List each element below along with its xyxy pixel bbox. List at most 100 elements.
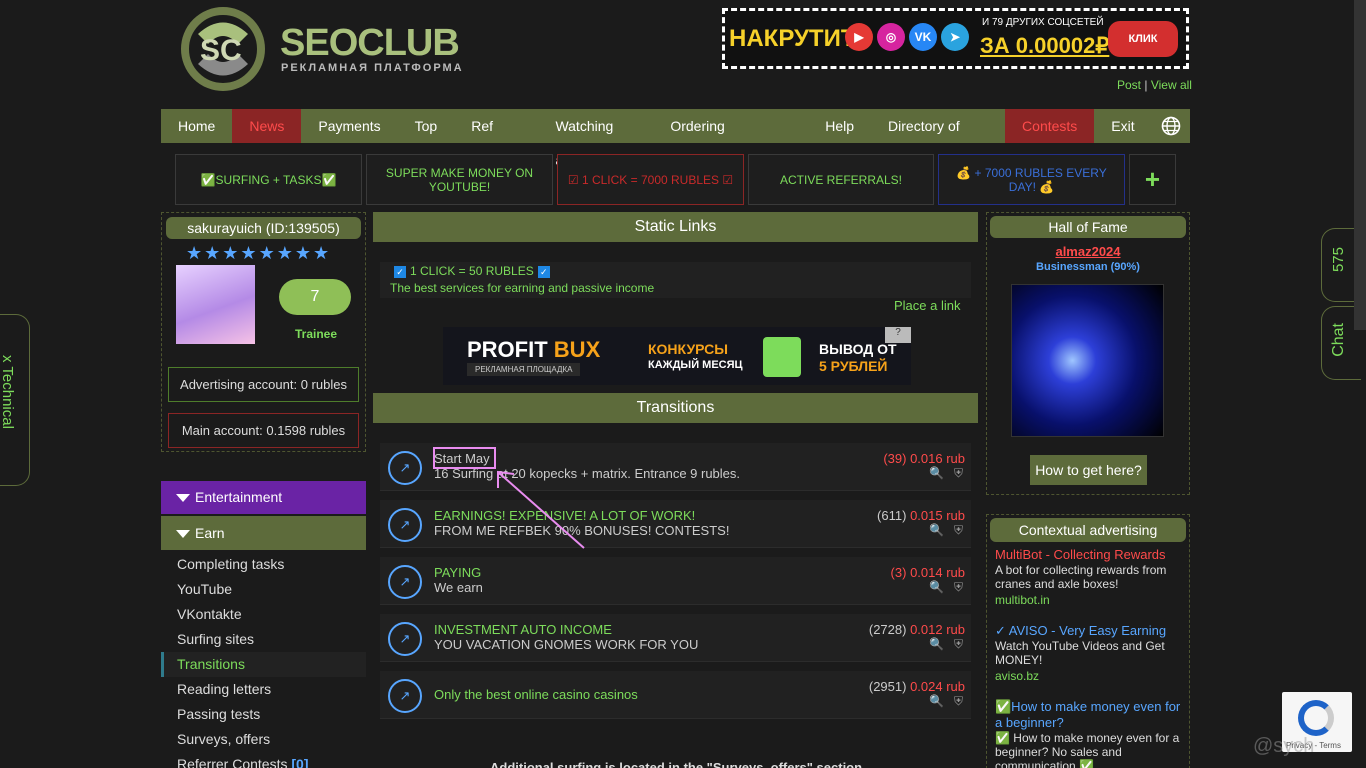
nav-exit[interactable]: Exit [1094,109,1151,143]
profitbux-banner[interactable]: PROFIT BUX РЕКЛАМНАЯ ПЛОЩАДКА КОНКУРСЫ КА… [443,327,911,385]
transition-amount: 0.024 rub [910,679,965,694]
nav-help[interactable]: Help [808,109,871,143]
menu-transitions[interactable]: Transitions [161,652,366,677]
menu-vkontakte[interactable]: VKontakte [161,602,366,627]
ad-url[interactable]: aviso.bz [995,669,1185,683]
search-icon[interactable]: 🔍 [929,466,944,481]
transition-price: (3) 0.014 rub [891,565,965,580]
top-banner-ad[interactable]: НАКРУТИТЬ ▶ ◎ VK ➤ И 79 ДРУГИХ СОЦСЕТЕЙ … [722,8,1189,69]
add-promo-button[interactable]: + [1129,154,1176,205]
transition-amount: 0.014 rub [910,565,965,580]
arrow-link-icon[interactable]: ↗ [388,508,422,542]
arrow-link-icon[interactable]: ↗ [388,679,422,713]
contextual-advertising-header: Contextual advertising [990,518,1186,542]
ad-url[interactable]: multibot.in [995,593,1185,607]
advertising-account[interactable]: Advertising account: 0 rubles [168,367,359,402]
promo-active-referrals[interactable]: ACTIVE REFERRALS! [748,154,934,205]
instagram-icon: ◎ [877,23,905,51]
arrow-link-icon[interactable]: ↗ [388,622,422,656]
menu-surfing-sites[interactable]: Surfing sites [161,627,366,652]
main-account[interactable]: Main account: 0.1598 rubles [168,413,359,448]
profitbux-contests: КОНКУРСЫ КАЖДЫЙ МЕСЯЦ [648,341,743,373]
transition-title[interactable]: PAYING [434,565,481,580]
post-link[interactable]: Post [1117,78,1141,92]
nav-ref-wall[interactable]: Ref Wall [454,109,538,168]
shield-icon[interactable]: ⛨ [954,523,963,538]
nav-watching-ads[interactable]: Watching ads [538,109,653,168]
transition-row[interactable]: ↗ EARNINGS! EXPENSIVE! A LOT OF WORK! FR… [380,500,971,548]
shield-icon[interactable]: ⛨ [954,637,963,652]
language-globe-icon[interactable] [1152,109,1190,143]
promo-one-click[interactable]: ☑ 1 CLICK = 7000 RUBLES ☑ [557,154,744,205]
menu-surveys-offers[interactable]: Surveys, offers [161,727,366,752]
nav-home[interactable]: Home [161,109,232,143]
shield-icon[interactable]: ⛨ [954,694,963,709]
nav-top[interactable]: Top [398,109,455,143]
contextual-advertising: Contextual advertising MultiBot - Collec… [986,514,1190,768]
star-icon: ★ [312,243,330,263]
promo-youtube[interactable]: SUPER MAKE MONEY ON YOUTUBE! [366,154,553,205]
ad-title[interactable]: ✓ AVISO - Very Easy Earning [995,623,1185,639]
transition-desc: We earn [434,580,483,595]
menu-referrer-contests[interactable]: Referrer Contests [0] [161,752,366,768]
username[interactable]: sakurayuich (ID:139505) [166,217,361,239]
menu-completing-tasks[interactable]: Completing tasks [161,552,366,577]
transition-amount: 0.012 rub [910,622,965,637]
nav-directory-of-sites[interactable]: Directory of sites [871,109,1005,168]
shield-icon[interactable]: ⛨ [954,580,963,595]
technical-tab[interactable]: x Technical [0,314,30,486]
context-ad[interactable]: MultiBot - Collecting Rewards A bot for … [995,547,1185,607]
static-link-title[interactable]: ✓ 1 CLICK = 50 RUBLES ✓ [390,264,554,278]
row-tools: 🔍 ⛨ [929,523,963,538]
transition-row[interactable]: ↗ PAYING We earn (3) 0.014 rub 🔍 ⛨ [380,557,971,605]
context-ad[interactable]: ✓ AVISO - Very Easy Earning Watch YouTub… [995,623,1185,683]
transition-amount: 0.015 rub [910,508,965,523]
star-icon: ★ [222,243,239,263]
search-icon[interactable]: 🔍 [929,523,944,538]
konkursy-text: КОНКУРСЫ [648,341,728,357]
nav-payments[interactable]: Payments [301,109,397,143]
nav-contests[interactable]: Contests [1005,109,1095,143]
ad-info-icon[interactable]: ? [885,327,911,343]
logo-subtitle: РЕКЛАМНАЯ ПЛАТФОРМА [281,62,464,74]
menu-entertainment[interactable]: Entertainment [161,481,366,514]
recaptcha-icon [1298,700,1334,736]
transition-price: (2728) 0.012 rub [869,622,965,637]
menu-youtube[interactable]: YouTube [161,577,366,602]
caret-down-icon [176,530,190,539]
withdraw-text: ВЫВОД ОТ [819,341,897,357]
transition-title[interactable]: Only the best online casino casinos [434,687,638,702]
rank-label[interactable]: Trainee [286,327,346,341]
nav-news[interactable]: News [232,109,302,143]
menu-passing-tests[interactable]: Passing tests [161,702,366,727]
shield-icon[interactable]: ⛨ [954,466,963,481]
promo-surfing-tasks[interactable]: ✅SURFING + TASKS✅ [175,154,362,205]
search-icon[interactable]: 🔍 [929,694,944,709]
menu-earn[interactable]: Earn [161,516,366,550]
transition-row[interactable]: ↗ Only the best online casino casinos (2… [380,671,971,719]
transition-desc: YOU VACATION GNOMES WORK FOR YOU [434,637,699,652]
ad-title[interactable]: ✅How to make money even for a beginner? [995,699,1185,731]
nav-ordering-advertising[interactable]: Ordering advertising [653,109,808,168]
arrow-link-icon[interactable]: ↗ [388,565,422,599]
ad-title[interactable]: MultiBot - Collecting Rewards [995,547,1185,563]
logo[interactable]: SC SEOCLUB РЕКЛАМНАЯ ПЛАТФОРМА [168,6,478,92]
context-ad[interactable]: ✅How to make money even for a beginner? … [995,699,1185,768]
how-to-get-here-button[interactable]: How to get here? [1030,455,1147,485]
transition-row[interactable]: ↗ INVESTMENT AUTO INCOME YOU VACATION GN… [380,614,971,662]
scrollbar[interactable] [1354,0,1366,330]
search-icon[interactable]: 🔍 [929,580,944,595]
place-link[interactable]: Place a link [894,298,960,313]
static-link-box[interactable]: ✓ 1 CLICK = 50 RUBLES ✓ The best services … [380,262,971,298]
search-icon[interactable]: 🔍 [929,637,944,652]
hall-of-fame-user[interactable]: almaz2024 [987,244,1189,259]
banner-price: ЗА 0.00002₽ [980,33,1110,58]
view-all-link[interactable]: View all [1151,78,1192,92]
promo-7000-daily[interactable]: 💰 + 7000 RUBLES EVERY DAY! 💰 [938,154,1125,205]
banner-click-button[interactable]: КЛИК [1108,21,1178,57]
star-icon: ★ [276,243,293,263]
arrow-link-icon[interactable]: ↗ [388,451,422,485]
transition-title[interactable]: INVESTMENT AUTO INCOME [434,622,612,637]
avatar[interactable] [176,265,255,344]
menu-reading-letters[interactable]: Reading letters [161,677,366,702]
